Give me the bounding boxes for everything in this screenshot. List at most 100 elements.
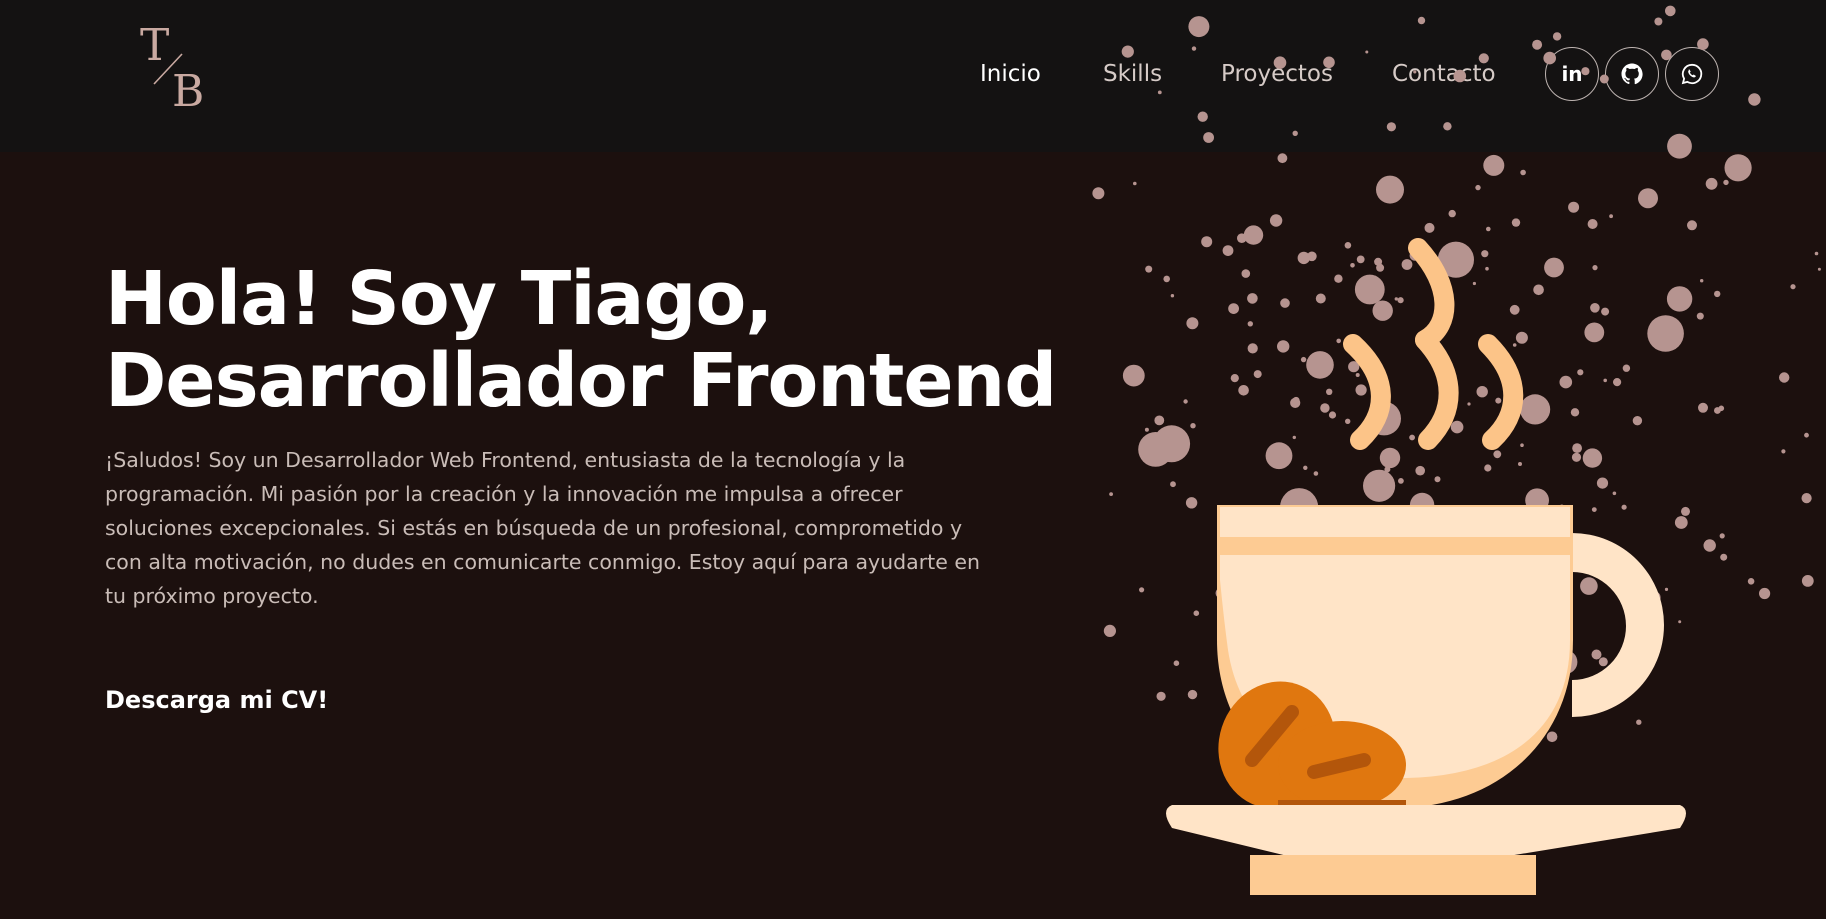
- splatter-dot: [1486, 159, 1492, 164]
- splatter-dot: [1247, 293, 1258, 304]
- hero-title-line-2: Desarrollador Frontend: [105, 338, 1057, 424]
- splatter-dot: [1591, 649, 1602, 660]
- logo[interactable]: T B: [136, 18, 216, 118]
- splatter-dot: [1719, 533, 1725, 539]
- splatter-dot: [1484, 464, 1492, 472]
- splatter-dot: [1290, 397, 1301, 408]
- splatter-dot: [1247, 343, 1258, 354]
- splatter-dot: [1334, 274, 1343, 283]
- splatter-dot: [1570, 408, 1580, 417]
- splatter-dot: [1281, 451, 1285, 454]
- nav-link-inicio[interactable]: Inicio: [980, 56, 1041, 92]
- splatter-dot: [1188, 16, 1210, 38]
- splatter-dot: [1103, 624, 1116, 638]
- splatter-dot: [1533, 284, 1544, 296]
- splatter-dot: [1495, 397, 1502, 404]
- splatter-dot: [1632, 416, 1643, 426]
- splatter-dot: [1687, 220, 1697, 231]
- splatter-dot: [1417, 16, 1426, 25]
- splatter-dot: [1598, 657, 1608, 667]
- hero-title-line-1: Hola! Soy Tiago,: [105, 256, 773, 342]
- splatter-dot: [1424, 222, 1435, 233]
- splatter-dot: [1187, 689, 1198, 700]
- splatter-dot: [1269, 214, 1283, 227]
- splatter-dot: [1781, 449, 1786, 454]
- splatter-dot: [1354, 274, 1385, 305]
- splatter-dot: [1665, 5, 1676, 17]
- splatter-dot: [1591, 507, 1597, 512]
- splatter-dot: [1203, 132, 1214, 143]
- splatter-dot: [1413, 70, 1417, 74]
- splatter-dot: [1592, 265, 1598, 271]
- splatter-dot: [1386, 122, 1396, 132]
- splatter-dot: [1485, 266, 1489, 271]
- splatter-dot: [1667, 133, 1692, 159]
- splatter-dot: [1520, 169, 1526, 176]
- splatter-dot: [1356, 255, 1365, 264]
- splatter-dot: [1601, 307, 1610, 316]
- hero-description: ¡Saludos! Soy un Desarrollador Web Front…: [105, 448, 980, 608]
- splatter-dot: [1344, 242, 1352, 249]
- hero-title: Hola! Soy Tiago, Desarrollador Frontend: [105, 256, 1057, 424]
- splatter-dot: [1515, 331, 1528, 344]
- splatter-dot: [1577, 369, 1584, 376]
- splatter-dot: [1448, 209, 1456, 218]
- splatter-dot: [1228, 303, 1239, 314]
- splatter-dot: [1398, 478, 1404, 484]
- splatter-dot: [1661, 49, 1672, 61]
- splatter-dot: [1674, 516, 1688, 529]
- splatter-dot: [1581, 67, 1590, 76]
- splatter-dot: [1584, 322, 1605, 343]
- splatter-dot: [1571, 452, 1582, 462]
- splatter-dot: [1759, 587, 1771, 600]
- download-cv-button[interactable]: Descarga mi CV!: [105, 686, 328, 714]
- splatter-dot: [1144, 427, 1149, 432]
- splatter-dot: [1696, 312, 1704, 320]
- splatter-dot: [1313, 471, 1319, 476]
- splatter-dot: [1603, 378, 1607, 383]
- splatter-dot: [1156, 691, 1166, 701]
- splatter-dot: [1163, 275, 1170, 283]
- splatter-dot: [1559, 375, 1573, 389]
- splatter-dot: [1450, 420, 1464, 434]
- splatter-dot: [1511, 218, 1521, 227]
- splatter-dot: [1520, 443, 1524, 448]
- splatter-dot: [1532, 39, 1543, 50]
- splatter-dot: [1664, 587, 1669, 592]
- splatter-dot: [1372, 300, 1393, 321]
- splatter-dot: [1647, 315, 1684, 352]
- splatter-dot: [1253, 370, 1262, 379]
- splatter-dot: [1609, 214, 1613, 219]
- splatter-dot: [1518, 462, 1522, 466]
- splatter-dot: [1636, 719, 1642, 725]
- splatter-dot: [1572, 443, 1582, 453]
- splatter-dot: [1790, 284, 1796, 290]
- splatter-dot: [1478, 53, 1489, 64]
- splatter-dot: [1350, 263, 1355, 268]
- splatter-dot: [1443, 122, 1452, 131]
- splatter-dot: [1622, 364, 1631, 372]
- splatter-dot: [1599, 74, 1609, 84]
- splatter-dot: [1747, 578, 1755, 585]
- splatter-dot: [1703, 539, 1716, 552]
- splatter-dot: [1355, 373, 1360, 377]
- tb-monogram-icon: T B: [140, 20, 204, 117]
- splatter-dot: [1355, 384, 1367, 396]
- splatter-dot: [1243, 225, 1264, 245]
- splatter-dot: [1186, 317, 1199, 330]
- splatter-dot: [1612, 491, 1617, 496]
- splatter-dot: [1705, 177, 1718, 190]
- splatter-dot: [1315, 293, 1326, 304]
- splatter-dot: [1222, 245, 1234, 256]
- splatter-dot: [1277, 153, 1288, 164]
- splatter-dot: [1183, 399, 1188, 404]
- splatter-dot: [1483, 154, 1505, 176]
- splatter-dot: [1394, 297, 1398, 301]
- splatter-dot: [1092, 187, 1105, 200]
- splatter-dot: [1247, 321, 1253, 327]
- splatter-dot: [1336, 338, 1341, 344]
- splatter-dot: [1191, 46, 1197, 51]
- splatter-dot: [1582, 448, 1603, 468]
- splatter-dot: [1197, 111, 1208, 122]
- splatter-dot: [1201, 236, 1213, 248]
